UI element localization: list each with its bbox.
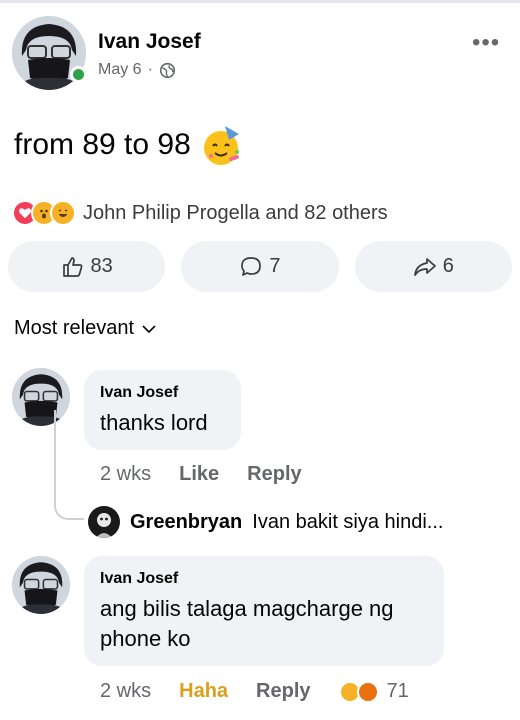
comment-icon	[241, 256, 262, 276]
post-author-name[interactable]: Ivan Josef	[98, 30, 201, 54]
comment-reply-button[interactable]: Reply	[247, 463, 301, 486]
comment-text-line-1: ang bilis talaga magcharge ng	[100, 596, 394, 621]
share-count: 6	[442, 255, 454, 277]
comment-author[interactable]: Ivan Josef	[100, 570, 428, 588]
comment-reply-button[interactable]: Reply	[256, 680, 310, 703]
reply-author[interactable]: Greenbryan	[130, 511, 242, 534]
comment-like-button[interactable]: Like	[179, 463, 219, 486]
post-body: from 89 to 98	[14, 122, 245, 168]
comment-time[interactable]: 2 wks	[100, 463, 151, 486]
comment-sort-dropdown[interactable]: Most relevant	[14, 317, 156, 340]
post-action-bar: 83 7 6	[8, 241, 512, 292]
post-date[interactable]: May 6	[98, 61, 142, 79]
more-options-icon[interactable]: •••	[472, 31, 500, 55]
reactions-summary[interactable]: John Philip Progella and 82 others	[12, 200, 388, 226]
comment-text: thanks lord	[100, 410, 208, 435]
chevron-down-icon	[142, 324, 156, 333]
comment-reaction-count[interactable]: 71	[338, 680, 409, 703]
like-count: 83	[90, 255, 113, 277]
online-status-dot	[70, 66, 87, 83]
partying-face-emoji-icon	[203, 126, 239, 165]
angry-reaction-icon	[356, 680, 379, 703]
share-button[interactable]: 6	[354, 241, 512, 292]
globe-icon	[159, 62, 175, 78]
post-text: from 89 to 98	[14, 128, 191, 161]
reply-preview[interactable]: Greenbryan Ivan bakit siya hindi...	[88, 506, 443, 538]
comment-text-line-2: phone ko	[100, 626, 191, 651]
sort-label: Most relevant	[14, 317, 135, 339]
comment-haha-reaction-button[interactable]: Haha	[179, 680, 228, 703]
reaction-count-value: 71	[386, 680, 409, 702]
avatar-image	[88, 506, 120, 538]
comment-bubble[interactable]: Ivan Josef thanks lord	[84, 370, 241, 450]
comment-time[interactable]: 2 wks	[100, 680, 151, 703]
reply-avatar	[88, 506, 120, 538]
comment-bubble[interactable]: Ivan Josef ang bilis talaga magcharge ng…	[84, 556, 444, 666]
reply-thread-line	[54, 410, 84, 520]
comment-avatar[interactable]	[12, 556, 70, 614]
top-divider	[0, 0, 520, 3]
haha-reaction-icon	[50, 200, 76, 226]
avatar-image	[12, 556, 70, 614]
reactions-text: John Philip Progella and 82 others	[83, 201, 388, 224]
comment-actions: 2 wks Like Reply	[100, 463, 302, 486]
comment-actions: 2 wks Haha Reply 71	[100, 680, 409, 703]
comment-author[interactable]: Ivan Josef	[100, 384, 225, 402]
share-icon	[413, 257, 436, 276]
meta-separator: ·	[147, 61, 153, 78]
comment-count: 7	[269, 255, 281, 277]
comment-button[interactable]: 7	[181, 241, 339, 292]
thumbs-up-icon	[62, 256, 82, 277]
reply-snippet: Ivan bakit siya hindi...	[252, 510, 444, 533]
like-button[interactable]: 83	[8, 241, 166, 292]
post-meta: May 6 ·	[98, 61, 176, 79]
